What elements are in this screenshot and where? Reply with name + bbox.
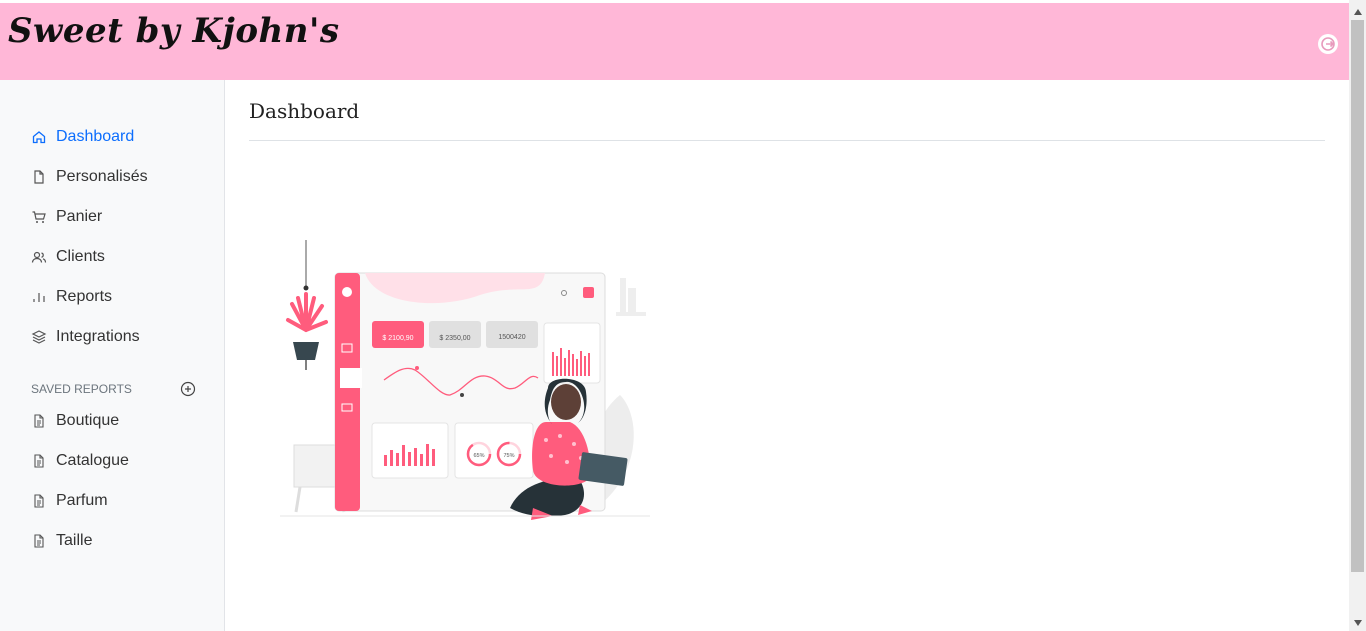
sidebar-item-dashboard[interactable]: Dashboard (31, 125, 134, 149)
scroll-up-arrow[interactable] (1349, 3, 1366, 20)
saved-report-label: Catalogue (56, 452, 129, 469)
page-scrollbar[interactable] (1349, 0, 1366, 631)
top-header: Sweet by Kjohn's (0, 3, 1349, 80)
scroll-thumb[interactable] (1351, 20, 1364, 572)
brand-logo[interactable]: Sweet by Kjohn's (8, 11, 340, 51)
add-report-button[interactable] (180, 381, 196, 397)
saved-report-parfum[interactable]: Parfum (31, 489, 108, 513)
cart-icon (31, 209, 47, 225)
illustration-ring-1: 65% (473, 453, 484, 459)
saved-report-label: Boutique (56, 412, 120, 429)
users-icon (31, 249, 47, 265)
saved-report-catalogue[interactable]: Catalogue (31, 449, 129, 473)
illustration-card-2: $ 2350,00 (439, 335, 470, 342)
illustration-card-1: $ 2100,90 (382, 335, 413, 342)
bar-chart-icon (31, 289, 47, 305)
sidebar-item-label: Clients (56, 248, 105, 265)
sidebar-item-reports[interactable]: Reports (31, 285, 112, 309)
triangle-down-icon (1353, 619, 1362, 626)
home-icon (31, 129, 47, 145)
sidebar-item-label: Reports (56, 288, 113, 305)
scroll-down-arrow[interactable] (1349, 614, 1366, 631)
logout-button[interactable] (1318, 34, 1338, 54)
saved-report-boutique[interactable]: Boutique (31, 409, 119, 433)
sidebar-item-label: Personalisés (56, 168, 148, 185)
file-icon (31, 169, 47, 185)
file-text-icon (31, 533, 47, 549)
plus-circle-icon (180, 381, 196, 397)
page-title: Dashboard (249, 99, 360, 123)
illustration-ring-2: 75% (503, 453, 514, 459)
triangle-up-icon (1353, 8, 1362, 15)
sidebar-item-clients[interactable]: Clients (31, 245, 105, 269)
sidebar-item-integrations[interactable]: Integrations (31, 325, 140, 349)
sidebar-item-personalises[interactable]: Personalisés (31, 165, 148, 189)
sidebar-item-panier[interactable]: Panier (31, 205, 102, 229)
sidebar: Dashboard Personalisés Panier Clients Re… (0, 80, 225, 631)
dashboard-illustration: $ 2100,90 $ 2350,00 1500420 65% 75% (280, 240, 650, 520)
saved-reports-label: SAVED REPORTS (31, 382, 132, 396)
saved-reports-heading: SAVED REPORTS (31, 380, 196, 398)
sidebar-item-label: Dashboard (56, 128, 135, 145)
illustration-card-3: 1500420 (498, 334, 525, 341)
sidebar-item-label: Integrations (56, 328, 140, 345)
file-text-icon (31, 413, 47, 429)
sidebar-item-label: Panier (56, 208, 103, 225)
saved-report-label: Taille (56, 532, 93, 549)
file-text-icon (31, 453, 47, 469)
logout-icon (1321, 37, 1335, 51)
title-divider (249, 140, 1325, 141)
saved-report-label: Parfum (56, 492, 108, 509)
saved-report-taille[interactable]: Taille (31, 529, 92, 553)
file-text-icon (31, 493, 47, 509)
layers-icon (31, 329, 47, 345)
